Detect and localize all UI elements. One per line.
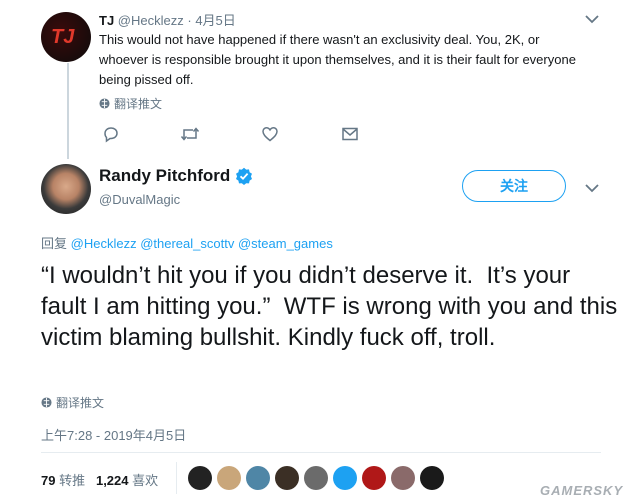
chevron-down-icon — [585, 184, 599, 193]
tj-dot: · — [187, 13, 192, 28]
tj-avatar-logo: TJ — [51, 26, 75, 48]
tj-dm-button[interactable] — [341, 126, 359, 142]
retweet-icon — [180, 127, 200, 141]
retweet-count: 79 — [41, 473, 56, 488]
envelope-icon — [342, 127, 358, 141]
tj-handle[interactable]: @Hecklezz — [118, 13, 184, 28]
tj-tweet-text: This would not have happened if there wa… — [99, 32, 576, 87]
tj-avatar[interactable]: TJ — [41, 12, 91, 62]
stats-divider-top — [41, 452, 601, 453]
like-label: 喜欢 — [132, 473, 159, 488]
mention-thereal-scottv[interactable]: @thereal_scottv — [140, 236, 234, 251]
liker-avatar[interactable] — [275, 466, 299, 490]
retweet-label: 转推 — [59, 473, 86, 488]
like-count: 1,224 — [95, 473, 129, 488]
liker-avatar[interactable] — [362, 466, 386, 490]
tj-translate-link[interactable]: 翻译推文 — [99, 95, 162, 112]
tj-more-chevron[interactable] — [585, 14, 599, 24]
chevron-down-icon — [585, 15, 599, 24]
tj-like-button[interactable] — [261, 125, 279, 143]
tj-retweet-button[interactable] — [180, 125, 200, 143]
reply-icon — [104, 127, 118, 143]
stats-divider-vertical — [176, 462, 177, 494]
globe-icon — [99, 98, 110, 109]
randy-handle[interactable]: @DuvalMagic — [99, 192, 180, 207]
liker-avatar[interactable] — [333, 466, 357, 490]
verified-badge-icon — [236, 167, 253, 185]
mention-hecklezz[interactable]: @Hecklezz — [71, 236, 137, 251]
randy-more-chevron[interactable] — [585, 183, 599, 193]
liker-avatar[interactable] — [246, 466, 270, 490]
randy-display-name[interactable]: Randy Pitchford — [99, 166, 253, 186]
randy-avatar[interactable] — [41, 164, 91, 214]
thread-connector-line — [67, 63, 69, 159]
liker-avatar[interactable] — [420, 466, 444, 490]
watermark: GAMERSKY — [540, 483, 624, 498]
liker-avatar[interactable] — [217, 466, 241, 490]
tj-reply-button[interactable] — [102, 125, 120, 143]
heart-icon — [262, 127, 278, 142]
liker-avatar[interactable] — [188, 466, 212, 490]
main-tweet-text: “I wouldn’t hit you if you didn’t deserv… — [41, 262, 624, 351]
tj-translate-label: 翻译推文 — [114, 97, 163, 111]
follow-button[interactable]: 关注 — [462, 170, 566, 202]
reply-prefix: 回复 — [41, 236, 68, 251]
globe-icon — [41, 397, 52, 408]
like-stat[interactable]: 1,224 喜欢 — [96, 473, 158, 488]
liker-avatar[interactable] — [304, 466, 328, 490]
engagement-stats: 79 转推 1,224 喜欢 — [41, 470, 158, 489]
tj-header: TJ @Hecklezz · 4月5日 — [99, 10, 236, 29]
main-translate-link[interactable]: 翻译推文 — [41, 394, 104, 411]
tweet-timestamp[interactable]: 上午7:28 - 2019年4月5日 — [41, 425, 186, 444]
main-translate-label: 翻译推文 — [56, 396, 105, 410]
reply-context: 回复 @Hecklezz @thereal_scottv @steam_game… — [41, 233, 333, 252]
tj-date[interactable]: 4月5日 — [195, 13, 235, 28]
randy-name-text: Randy Pitchford — [99, 166, 231, 185]
liker-avatar[interactable] — [391, 466, 415, 490]
retweet-stat[interactable]: 79 转推 — [41, 473, 89, 488]
mention-steam-games[interactable]: @steam_games — [238, 236, 333, 251]
tj-display-name[interactable]: TJ — [99, 13, 114, 28]
